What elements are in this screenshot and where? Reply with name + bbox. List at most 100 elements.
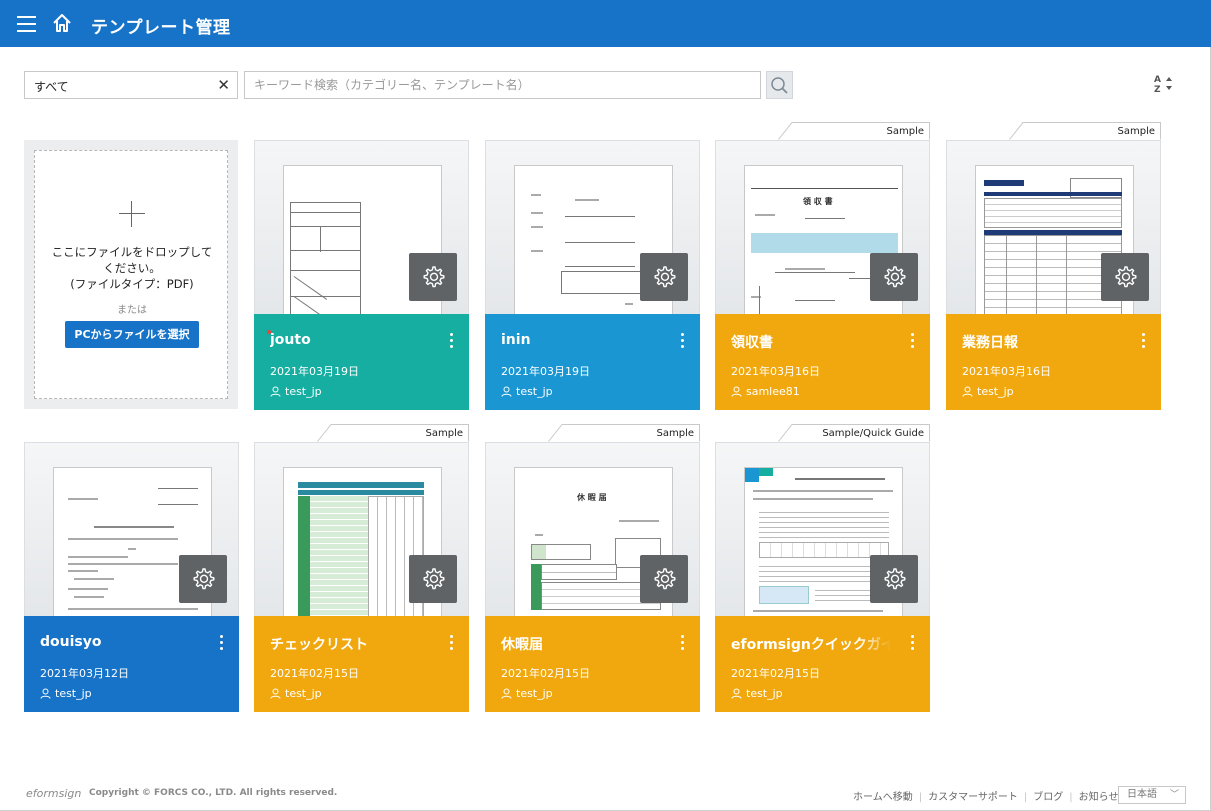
template-owner: test_jp: [501, 687, 553, 700]
template-thumbnail[interactable]: [485, 140, 700, 314]
template-date: 2021年03月19日: [501, 365, 590, 378]
template-owner: samlee81: [731, 385, 800, 398]
footer-link-home[interactable]: ホームへ移動: [853, 792, 913, 803]
sample-tag-label: Sample: [1117, 126, 1156, 137]
gear-icon: [423, 568, 445, 590]
eformsign-logo: eformsign: [26, 787, 82, 800]
hamburger-menu-icon[interactable]: [17, 16, 36, 32]
upload-dropzone-card[interactable]: ここにファイルをドロップして ください。 (ファイルタイプ：PDF) または P…: [24, 140, 238, 409]
template-owner: test_jp: [731, 687, 783, 700]
template-card[interactable]: Sample 休 暇 届 休暇届 2021年02月15日 test_jp: [485, 424, 700, 712]
template-card[interactable]: Sample 業務日報 2021年03月16日 test_jp: [946, 122, 1161, 410]
more-options-icon[interactable]: [445, 328, 459, 352]
template-owner: test_jp: [270, 687, 322, 700]
footer-link-news[interactable]: お知らせ: [1079, 792, 1119, 803]
template-name[interactable]: douisyo: [40, 634, 200, 650]
sort-az-icon[interactable]: AZ: [1152, 73, 1174, 95]
template-card[interactable]: douisyo 2021年03月12日 test_jp: [24, 442, 239, 712]
search-button[interactable]: [766, 71, 793, 99]
owner-name: test_jp: [746, 687, 783, 700]
more-options-icon[interactable]: [1137, 328, 1151, 352]
sample-tag: Sample: [778, 122, 930, 140]
language-select[interactable]: 日本語 ﹀: [1118, 786, 1186, 804]
template-name[interactable]: チェックリスト: [270, 634, 430, 654]
template-name[interactable]: 領収書: [731, 332, 891, 352]
settings-button[interactable]: [409, 253, 457, 301]
more-options-icon[interactable]: [676, 630, 690, 654]
template-info[interactable]: jouto 2021年03月19日 test_jp: [254, 314, 469, 410]
settings-button[interactable]: [1101, 253, 1149, 301]
divider: |: [1069, 792, 1073, 803]
settings-button[interactable]: [179, 555, 227, 603]
dropzone-message-line: ください。: [103, 261, 161, 275]
gear-icon: [654, 266, 676, 288]
home-icon[interactable]: [51, 12, 73, 34]
gear-icon: [884, 266, 906, 288]
settings-button[interactable]: [640, 253, 688, 301]
template-name[interactable]: inin: [501, 332, 661, 348]
settings-button[interactable]: [870, 555, 918, 603]
template-card[interactable]: Sample チェックリスト 2021年02月15日 test_jp: [254, 424, 469, 712]
owner-name: test_jp: [55, 687, 92, 700]
footer-link-blog[interactable]: ブログ: [1033, 792, 1063, 803]
preview-title: 領 収 書: [803, 197, 833, 206]
template-info[interactable]: 休暇届 2021年02月15日 test_jp: [485, 616, 700, 712]
divider: |: [918, 792, 923, 803]
user-icon: [962, 386, 973, 397]
category-filter-select[interactable]: すべて ✕: [24, 71, 238, 99]
template-thumbnail[interactable]: [715, 442, 930, 616]
more-options-icon[interactable]: [445, 630, 459, 654]
plus-icon: [119, 201, 145, 227]
owner-name: test_jp: [977, 385, 1014, 398]
template-thumbnail[interactable]: [254, 442, 469, 616]
clear-icon[interactable]: ✕: [217, 76, 230, 94]
template-info[interactable]: inin 2021年03月19日 test_jp: [485, 314, 700, 410]
language-value: 日本語: [1127, 789, 1157, 800]
template-name[interactable]: eformsignクイックガイド: [731, 634, 891, 654]
template-name[interactable]: 休暇届: [501, 634, 661, 654]
keyword-search-input[interactable]: [244, 71, 761, 99]
template-info[interactable]: 業務日報 2021年03月16日 test_jp: [946, 314, 1161, 410]
more-options-icon[interactable]: [906, 630, 920, 654]
dropzone-message: ここにファイルをドロップして ください。 (ファイルタイプ：PDF): [35, 244, 229, 292]
search-icon: [771, 77, 788, 94]
template-thumbnail[interactable]: 領 収 書: [715, 140, 930, 314]
more-options-icon[interactable]: [906, 328, 920, 352]
preview-title: 休 暇 届: [577, 493, 607, 502]
sample-tag-label: Sample: [656, 428, 695, 439]
sample-tag: Sample: [1009, 122, 1161, 140]
gear-icon: [193, 568, 215, 590]
template-card[interactable]: jouto 2021年03月19日 test_jp: [254, 140, 469, 410]
gear-icon: [654, 568, 676, 590]
user-icon: [270, 386, 281, 397]
settings-button[interactable]: [409, 555, 457, 603]
template-card[interactable]: Sample 領 収 書 領収書 2021年03月16日 samlee81: [715, 122, 930, 410]
template-info[interactable]: eformsignクイックガイド 2021年02月15日 test_jp: [715, 616, 930, 712]
user-icon: [731, 688, 742, 699]
owner-name: test_jp: [516, 385, 553, 398]
settings-button[interactable]: [870, 253, 918, 301]
template-info[interactable]: douisyo 2021年03月12日 test_jp: [24, 616, 239, 712]
divider: |: [1023, 792, 1028, 803]
footer-link-support[interactable]: カスタマーサポート: [928, 792, 1018, 803]
template-card[interactable]: Sample/Quick Guide eformsignクイックガイド: [715, 424, 930, 712]
template-info[interactable]: 領収書 2021年03月16日 samlee81: [715, 314, 930, 410]
template-date: 2021年03月12日: [40, 667, 129, 680]
template-thumbnail[interactable]: [946, 140, 1161, 314]
template-card[interactable]: inin 2021年03月19日 test_jp: [485, 140, 700, 410]
template-thumbnail[interactable]: 休 暇 届: [485, 442, 700, 616]
sample-tag-label: Sample: [886, 126, 925, 137]
gear-icon: [884, 568, 906, 590]
select-file-button[interactable]: PCからファイルを選択: [65, 321, 199, 348]
template-thumbnail[interactable]: [24, 442, 239, 616]
settings-button[interactable]: [640, 555, 688, 603]
template-date: 2021年02月15日: [501, 667, 590, 680]
template-name[interactable]: jouto: [270, 332, 430, 348]
sample-tag: Sample/Quick Guide: [778, 424, 930, 442]
more-options-icon[interactable]: [215, 630, 229, 654]
more-options-icon[interactable]: [676, 328, 690, 352]
template-name[interactable]: 業務日報: [962, 332, 1122, 352]
dropzone[interactable]: ここにファイルをドロップして ください。 (ファイルタイプ：PDF) または P…: [34, 150, 228, 399]
template-thumbnail[interactable]: [254, 140, 469, 314]
template-info[interactable]: チェックリスト 2021年02月15日 test_jp: [254, 616, 469, 712]
